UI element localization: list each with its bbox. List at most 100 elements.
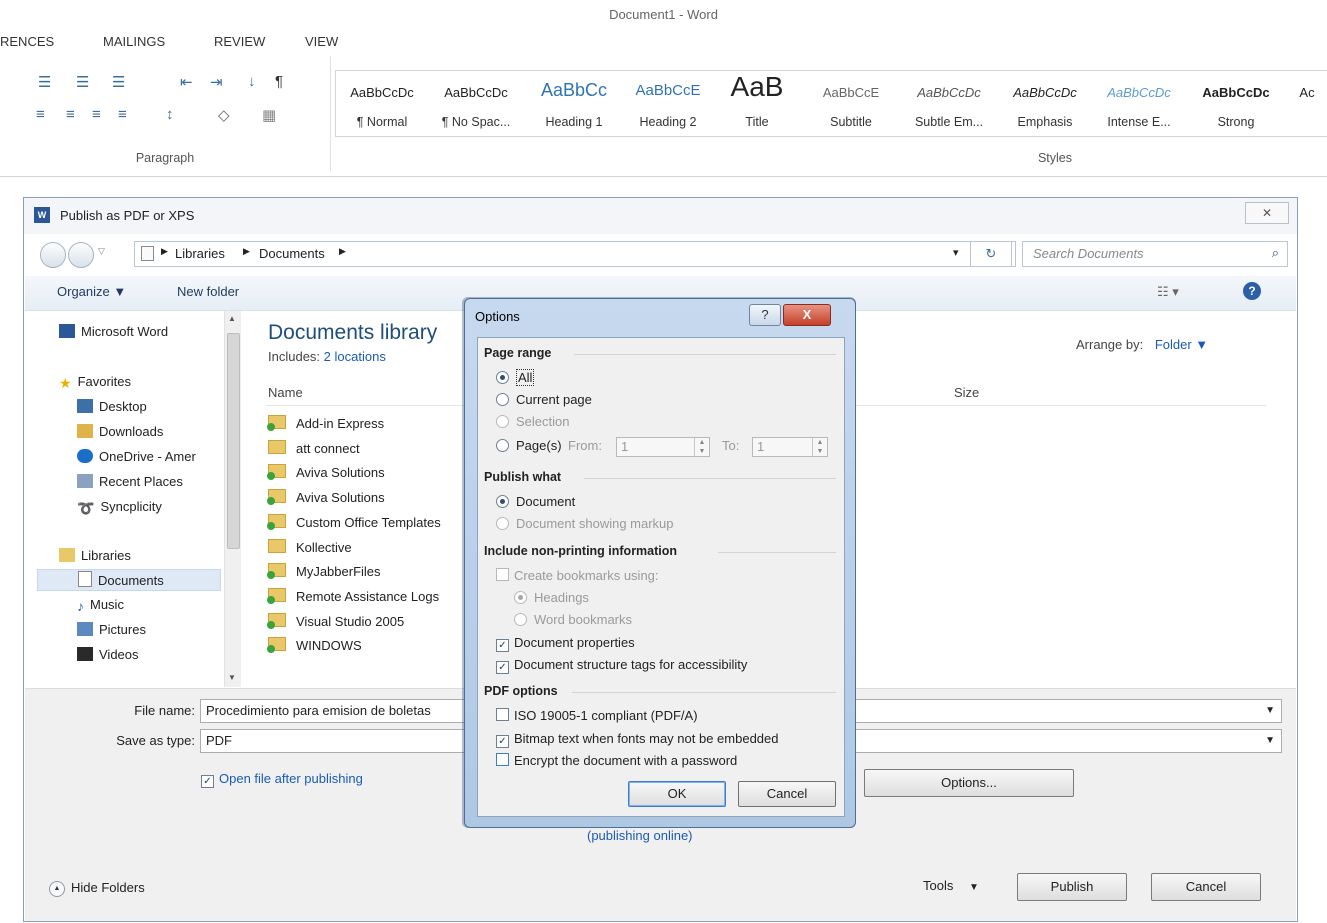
numbering-icon[interactable]: ☰: [76, 73, 89, 91]
recent-locations-icon[interactable]: ▽: [98, 246, 105, 257]
style-name: Heading 2: [639, 115, 697, 129]
publish-markup-radio[interactable]: Document showing markup: [496, 514, 674, 534]
nav-label: Desktop: [99, 399, 147, 414]
pilcrow-icon[interactable]: ¶: [275, 73, 283, 90]
tab-mailings[interactable]: MAILINGS: [103, 34, 165, 49]
search-icon[interactable]: ⌕: [1272, 245, 1279, 261]
list-item[interactable]: WINDOWS: [267, 634, 362, 658]
sort-icon[interactable]: ↓: [248, 73, 256, 90]
spinner-arrows-icon[interactable]: ▲ ▼: [694, 438, 709, 456]
create-bookmarks-checkbox[interactable]: Create bookmarks using:: [496, 566, 659, 586]
publish-document-radio[interactable]: Document: [496, 492, 575, 512]
decrease-indent-icon[interactable]: ⇤: [180, 73, 193, 91]
chevron-down-icon[interactable]: ▾: [953, 246, 959, 259]
style-emphasis[interactable]: AaBbCcDc Emphasis: [998, 71, 1092, 136]
nav-documents[interactable]: Documents: [37, 569, 221, 591]
column-size[interactable]: Size: [954, 385, 979, 400]
spinner-arrows-icon[interactable]: ▲ ▼: [812, 438, 827, 456]
page-range-current-radio[interactable]: Current page: [496, 390, 592, 410]
scroll-thumb[interactable]: [227, 333, 240, 549]
checkbox-label: Document properties: [514, 635, 635, 650]
bullets-icon[interactable]: ☰: [38, 73, 51, 91]
align-right-icon[interactable]: ≡: [92, 106, 101, 123]
breadcrumb-libraries[interactable]: Libraries: [175, 246, 225, 261]
align-left-icon[interactable]: ≡: [36, 106, 45, 123]
list-item[interactable]: att connect: [268, 437, 360, 461]
list-item[interactable]: MyJabberFiles: [267, 560, 381, 584]
breadcrumb[interactable]: ▶ Libraries ▶ Documents ▶ ▾: [134, 241, 1016, 267]
refresh-icon[interactable]: ↻: [970, 241, 1012, 267]
document-properties-checkbox[interactable]: ✓ Document properties: [496, 633, 635, 653]
close-button[interactable]: X: [783, 304, 831, 326]
arrange-by: Arrange by: Folder ▼: [1076, 337, 1208, 352]
style-title[interactable]: AaB Title: [712, 71, 802, 136]
style-heading-1[interactable]: AaBbCc Heading 1: [524, 71, 624, 136]
increase-indent-icon[interactable]: ⇥: [210, 73, 223, 91]
list-item[interactable]: Visual Studio 2005: [267, 610, 404, 634]
page-range-selection-radio[interactable]: Selection: [496, 412, 569, 432]
list-item[interactable]: Remote Assistance Logs: [267, 585, 439, 609]
line-spacing-icon[interactable]: ↕: [166, 106, 174, 123]
justify-icon[interactable]: ≡: [118, 106, 127, 123]
breadcrumb-documents[interactable]: Documents: [259, 246, 325, 261]
list-item[interactable]: Aviva Solutions: [267, 486, 385, 510]
view-options-icon[interactable]: ☷ ▾: [1157, 284, 1179, 300]
style-subtitle[interactable]: AaBbCcE Subtitle: [802, 71, 900, 136]
encrypt-checkbox[interactable]: Encrypt the document with a password: [496, 751, 737, 771]
to-spinner[interactable]: 1 ▲ ▼: [752, 437, 828, 457]
style-normal[interactable]: AaBbCcDc ¶ Normal: [336, 71, 428, 136]
align-center-icon[interactable]: ≡: [66, 106, 75, 123]
iso-compliant-checkbox[interactable]: ISO 19005-1 compliant (PDF/A): [496, 706, 698, 726]
structure-tags-checkbox[interactable]: ✓ Document structure tags for accessibili…: [496, 655, 747, 675]
options-cancel-button[interactable]: Cancel: [738, 781, 836, 807]
open-after-publishing-checkbox[interactable]: ✓ Open file after publishing: [201, 771, 363, 788]
list-item[interactable]: Kollective: [268, 536, 352, 560]
nav-label: Documents: [98, 573, 164, 588]
forward-button[interactable]: [68, 242, 94, 268]
style-name: Subtle Em...: [914, 115, 984, 129]
options-button[interactable]: Options...: [864, 769, 1074, 797]
nav-scrollbar[interactable]: ▲ ▼: [224, 311, 241, 687]
cancel-button[interactable]: Cancel: [1151, 873, 1261, 901]
bitmap-text-checkbox[interactable]: ✓ Bitmap text when fonts may not be embed…: [496, 729, 779, 749]
list-item[interactable]: Custom Office Templates: [267, 511, 441, 535]
file-name: MyJabberFiles: [296, 564, 381, 579]
page-range-all-radio[interactable]: All: [496, 368, 535, 388]
style-no-spacing[interactable]: AaBbCcDc ¶ No Spac...: [428, 71, 524, 136]
bookmarks-headings-radio[interactable]: Headings: [514, 588, 589, 608]
close-icon[interactable]: ✕: [1245, 202, 1289, 224]
scroll-up-icon[interactable]: ▲: [228, 314, 236, 323]
chevron-down-icon[interactable]: ▼: [1265, 730, 1275, 752]
includes-link[interactable]: 2 locations: [324, 349, 386, 364]
from-spinner[interactable]: 1 ▲ ▼: [616, 437, 710, 457]
search-input[interactable]: Search Documents ⌕: [1022, 241, 1288, 267]
chevron-down-icon[interactable]: ▼: [1265, 700, 1275, 722]
help-icon[interactable]: ?: [1243, 282, 1261, 300]
page-range-pages-radio[interactable]: Page(s): [496, 436, 562, 456]
list-item[interactable]: Add-in Express: [267, 412, 384, 436]
tab-review[interactable]: REVIEW: [214, 34, 265, 49]
style-subtle-emphasis[interactable]: AaBbCcDc Subtle Em...: [900, 71, 998, 136]
tools-dropdown[interactable]: Tools ▼: [923, 878, 979, 893]
list-item[interactable]: Aviva Solutions: [267, 461, 385, 485]
new-folder-button[interactable]: New folder: [177, 284, 239, 299]
tab-view[interactable]: VIEW: [305, 34, 338, 49]
arrange-label: Arrange by:: [1076, 337, 1144, 352]
tab-references[interactable]: RENCES: [0, 34, 54, 49]
organize-button[interactable]: Organize ▼: [57, 284, 126, 299]
style-partial[interactable]: Ac: [1286, 71, 1327, 136]
style-intense-emphasis[interactable]: AaBbCcDc Intense E...: [1092, 71, 1186, 136]
style-heading-2[interactable]: AaBbCcE Heading 2: [624, 71, 712, 136]
back-button[interactable]: [40, 242, 66, 268]
arrange-dropdown[interactable]: Folder ▼: [1155, 337, 1208, 352]
shading-icon[interactable]: ◇: [218, 106, 230, 124]
ok-button[interactable]: OK: [628, 781, 726, 807]
borders-icon[interactable]: ▦: [262, 106, 276, 124]
column-name[interactable]: Name: [268, 385, 303, 400]
multilevel-list-icon[interactable]: ☰: [112, 73, 125, 91]
bookmarks-word-radio[interactable]: Word bookmarks: [514, 610, 632, 630]
scroll-down-icon[interactable]: ▼: [228, 673, 236, 682]
publish-button[interactable]: Publish: [1017, 873, 1127, 901]
help-button[interactable]: ?: [749, 304, 781, 326]
style-strong[interactable]: AaBbCcDc Strong: [1186, 71, 1286, 136]
